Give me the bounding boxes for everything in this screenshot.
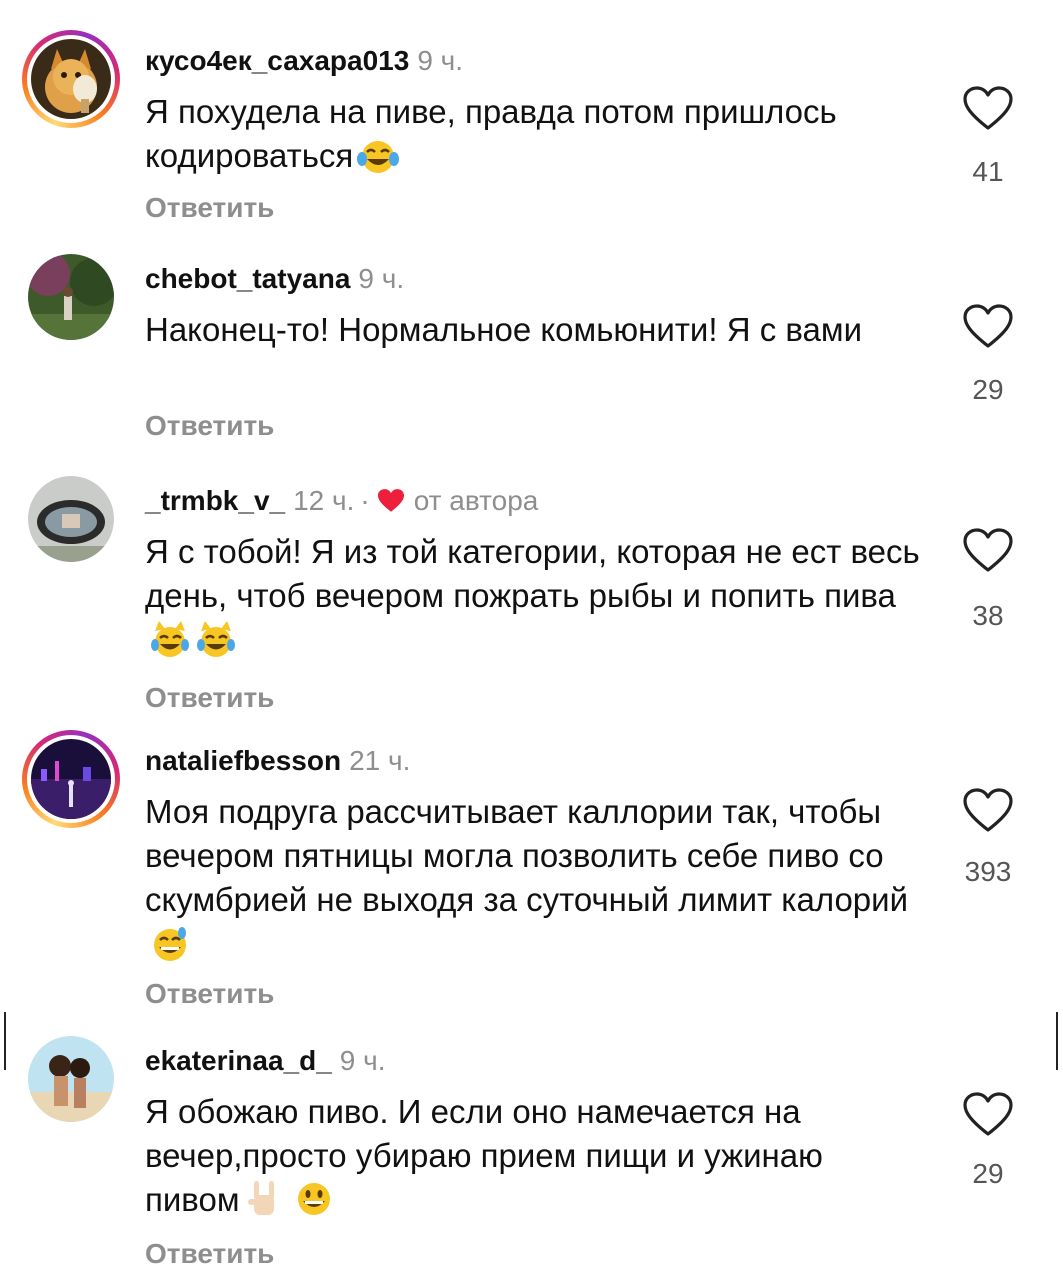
heart-icon[interactable]	[962, 528, 1014, 574]
comment-time: 9 ч.	[339, 1045, 386, 1076]
username-link[interactable]: chebot_tatyana	[145, 263, 350, 294]
avatar-story-ring[interactable]	[22, 30, 120, 128]
avatar[interactable]	[22, 470, 120, 568]
cat-tears-of-joy-emoji	[149, 621, 237, 670]
reply-button[interactable]: Ответить	[145, 978, 274, 1010]
comment-time: 9 ч.	[417, 45, 464, 76]
frame-edge-left	[4, 1012, 6, 1070]
comment-body: Я похудела на пиве, правда потом пришлос…	[145, 93, 837, 174]
comment-body: Наконец-то! Нормальное комьюнити! Я с ва…	[145, 311, 863, 348]
frame-edge-right	[1056, 1012, 1058, 1070]
reply-button[interactable]: Ответить	[145, 1238, 274, 1270]
reply-button[interactable]: Ответить	[145, 192, 274, 224]
author-liked-heart-icon	[376, 488, 406, 522]
rock-hand-and-smile-emoji	[244, 1179, 340, 1230]
comment-text: Моя подруга рассчитывает каллории так, ч…	[145, 790, 925, 974]
separator-dot: ·	[360, 485, 370, 516]
heart-icon[interactable]	[962, 788, 1014, 834]
heart-icon[interactable]	[962, 86, 1014, 132]
comment-text: Я с тобой! Я из той категории, которая н…	[145, 530, 925, 670]
comment-time: 9 ч.	[358, 263, 405, 294]
comment-body: Я с тобой! Я из той категории, которая н…	[145, 533, 920, 614]
grinning-sweat-emoji	[149, 925, 191, 974]
username-link[interactable]: кусо4ек_сахара013	[145, 45, 409, 76]
comment-body: Моя подруга рассчитывает каллории так, ч…	[145, 793, 909, 918]
comment-meta: ekaterinaa_d_ 9 ч.	[145, 1044, 386, 1078]
heart-icon[interactable]	[962, 1092, 1014, 1138]
comment-text: Наконец-то! Нормальное комьюнити! Я с ва…	[145, 308, 925, 352]
comment-text: Я похудела на пиве, правда потом пришлос…	[145, 90, 925, 186]
night-city-avatar	[31, 739, 111, 819]
author-label: от автора	[413, 485, 539, 516]
tears-of-joy-emoji	[357, 137, 400, 186]
comment-meta: кусо4ек_сахара013 9 ч.	[145, 44, 463, 78]
comment-meta: chebot_tatyana 9 ч.	[145, 262, 404, 296]
username-link[interactable]: ekaterinaa_d_	[145, 1045, 332, 1076]
avatar[interactable]	[22, 1030, 120, 1128]
like-count: 29	[972, 374, 1004, 405]
avatar[interactable]	[22, 248, 120, 346]
garden-photo-avatar	[28, 254, 114, 340]
comment-time: 12 ч.	[293, 485, 355, 516]
reply-button[interactable]: Ответить	[145, 682, 274, 714]
reply-button[interactable]: Ответить	[145, 410, 274, 442]
cat-avatar	[31, 39, 111, 119]
comment-text: Я обожаю пиво. И если оно намечается на …	[145, 1090, 925, 1230]
like-count: 29	[972, 1158, 1004, 1189]
car-mirror-avatar	[28, 476, 114, 562]
avatar-story-ring[interactable]	[22, 730, 120, 828]
comment-meta: nataliefbesson 21 ч.	[145, 744, 410, 778]
beach-photo-avatar	[28, 1036, 114, 1122]
username-link[interactable]: _trmbk_v_	[145, 485, 285, 516]
username-link[interactable]: nataliefbesson	[145, 745, 341, 776]
comment-meta: _trmbk_v_ 12 ч. · от автора	[145, 484, 538, 522]
like-count: 41	[972, 156, 1004, 187]
heart-icon[interactable]	[962, 304, 1014, 350]
like-count: 393	[964, 856, 1012, 887]
comment-time: 21 ч.	[349, 745, 411, 776]
like-count: 38	[972, 600, 1004, 631]
